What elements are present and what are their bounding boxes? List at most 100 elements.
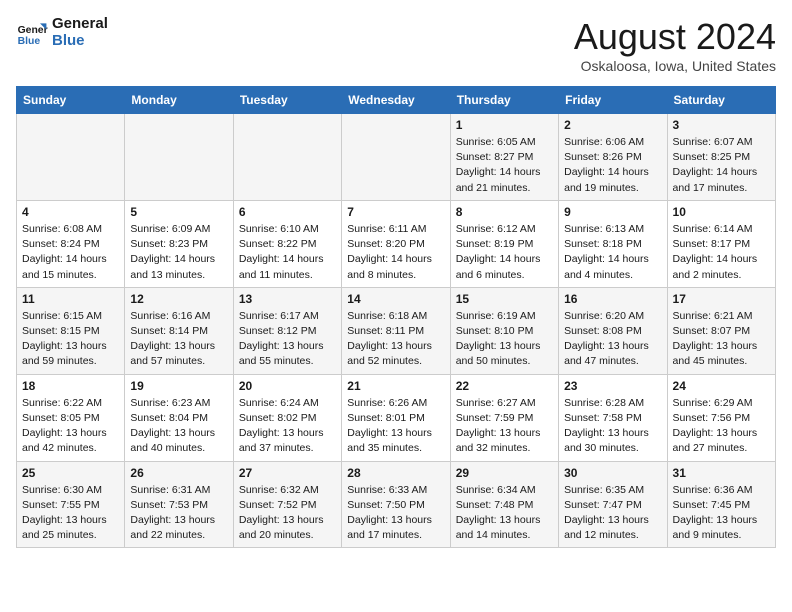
day-info: Sunrise: 6:08 AMSunset: 8:24 PMDaylight:… — [22, 222, 119, 283]
day-info: Sunrise: 6:26 AMSunset: 8:01 PMDaylight:… — [347, 396, 444, 457]
day-info: Sunrise: 6:34 AMSunset: 7:48 PMDaylight:… — [456, 483, 553, 544]
day-info: Sunrise: 6:12 AMSunset: 8:19 PMDaylight:… — [456, 222, 553, 283]
day-info: Sunrise: 6:27 AMSunset: 7:59 PMDaylight:… — [456, 396, 553, 457]
day-number: 13 — [239, 292, 336, 306]
day-info: Sunrise: 6:05 AMSunset: 8:27 PMDaylight:… — [456, 135, 553, 196]
day-info: Sunrise: 6:06 AMSunset: 8:26 PMDaylight:… — [564, 135, 661, 196]
calendar-cell: 26 Sunrise: 6:31 AMSunset: 7:53 PMDayligh… — [125, 461, 233, 548]
day-number: 2 — [564, 118, 661, 132]
day-number: 9 — [564, 205, 661, 219]
day-info: Sunrise: 6:10 AMSunset: 8:22 PMDaylight:… — [239, 222, 336, 283]
day-of-week-saturday: Saturday — [667, 87, 775, 114]
calendar-cell: 2 Sunrise: 6:06 AMSunset: 8:26 PMDaylight… — [559, 114, 667, 201]
calendar-cell: 9 Sunrise: 6:13 AMSunset: 8:18 PMDaylight… — [559, 200, 667, 287]
logo-icon: General Blue — [16, 17, 48, 49]
calendar-cell: 15Sunrise: 6:19 AMSunset: 8:10 PMDayligh… — [450, 287, 558, 374]
calendar-cell: 23 Sunrise: 6:28 AMSunset: 7:58 PMDayligh… — [559, 374, 667, 461]
day-info: Sunrise: 6:28 AMSunset: 7:58 PMDaylight:… — [564, 396, 661, 457]
day-info: Sunrise: 6:31 AMSunset: 7:53 PMDaylight:… — [130, 483, 227, 544]
day-number: 6 — [239, 205, 336, 219]
day-number: 29 — [456, 466, 553, 480]
day-number: 25 — [22, 466, 119, 480]
calendar-cell: 24 Sunrise: 6:29 AMSunset: 7:56 PMDayligh… — [667, 374, 775, 461]
calendar-cell: 5 Sunrise: 6:09 AMSunset: 8:23 PMDaylight… — [125, 200, 233, 287]
calendar-cell — [125, 114, 233, 201]
day-number: 26 — [130, 466, 227, 480]
day-number: 8 — [456, 205, 553, 219]
location-text: Oskaloosa, Iowa, United States — [574, 58, 776, 74]
day-info: Sunrise: 6:23 AMSunset: 8:04 PMDaylight:… — [130, 396, 227, 457]
calendar-cell — [342, 114, 450, 201]
svg-text:Blue: Blue — [18, 36, 41, 47]
day-info: Sunrise: 6:14 AMSunset: 8:17 PMDaylight:… — [673, 222, 770, 283]
month-title: August 2024 — [574, 16, 776, 58]
calendar-cell: 29 Sunrise: 6:34 AMSunset: 7:48 PMDayligh… — [450, 461, 558, 548]
day-number: 19 — [130, 379, 227, 393]
calendar-cell: 1Sunrise: 6:05 AMSunset: 8:27 PMDaylight… — [450, 114, 558, 201]
title-block: August 2024 Oskaloosa, Iowa, United Stat… — [574, 16, 776, 74]
calendar-cell: 11Sunrise: 6:15 AMSunset: 8:15 PMDayligh… — [17, 287, 125, 374]
day-info: Sunrise: 6:21 AMSunset: 8:07 PMDaylight:… — [673, 309, 770, 370]
calendar-cell: 21Sunrise: 6:26 AMSunset: 8:01 PMDayligh… — [342, 374, 450, 461]
calendar-cell: 14Sunrise: 6:18 AMSunset: 8:11 PMDayligh… — [342, 287, 450, 374]
day-number: 15 — [456, 292, 553, 306]
calendar-cell: 16Sunrise: 6:20 AMSunset: 8:08 PMDayligh… — [559, 287, 667, 374]
day-number: 27 — [239, 466, 336, 480]
day-number: 18 — [22, 379, 119, 393]
day-info: Sunrise: 6:07 AMSunset: 8:25 PMDaylight:… — [673, 135, 770, 196]
page-header: General Blue General Blue August 2024 Os… — [16, 16, 776, 74]
day-number: 16 — [564, 292, 661, 306]
day-number: 7 — [347, 205, 444, 219]
day-number: 4 — [22, 205, 119, 219]
day-info: Sunrise: 6:24 AMSunset: 8:02 PMDaylight:… — [239, 396, 336, 457]
calendar-cell: 6 Sunrise: 6:10 AMSunset: 8:22 PMDaylight… — [233, 200, 341, 287]
calendar-cell: 10 Sunrise: 6:14 AMSunset: 8:17 PMDayligh… — [667, 200, 775, 287]
day-of-week-wednesday: Wednesday — [342, 87, 450, 114]
day-of-week-thursday: Thursday — [450, 87, 558, 114]
day-of-week-monday: Monday — [125, 87, 233, 114]
calendar-table: SundayMondayTuesdayWednesdayThursdayFrid… — [16, 86, 776, 548]
logo-text-general: General — [52, 16, 108, 33]
day-info: Sunrise: 6:16 AMSunset: 8:14 PMDaylight:… — [130, 309, 227, 370]
calendar-cell: 28 Sunrise: 6:33 AMSunset: 7:50 PMDayligh… — [342, 461, 450, 548]
day-number: 28 — [347, 466, 444, 480]
day-of-week-friday: Friday — [559, 87, 667, 114]
calendar-cell: 30 Sunrise: 6:35 AMSunset: 7:47 PMDayligh… — [559, 461, 667, 548]
day-info: Sunrise: 6:18 AMSunset: 8:11 PMDaylight:… — [347, 309, 444, 370]
day-info: Sunrise: 6:33 AMSunset: 7:50 PMDaylight:… — [347, 483, 444, 544]
day-of-week-sunday: Sunday — [17, 87, 125, 114]
day-info: Sunrise: 6:32 AMSunset: 7:52 PMDaylight:… — [239, 483, 336, 544]
calendar-cell: 25 Sunrise: 6:30 AMSunset: 7:55 PMDayligh… — [17, 461, 125, 548]
day-info: Sunrise: 6:11 AMSunset: 8:20 PMDaylight:… — [347, 222, 444, 283]
day-number: 31 — [673, 466, 770, 480]
day-number: 22 — [456, 379, 553, 393]
calendar-cell: 31Sunrise: 6:36 AMSunset: 7:45 PMDayligh… — [667, 461, 775, 548]
day-info: Sunrise: 6:17 AMSunset: 8:12 PMDaylight:… — [239, 309, 336, 370]
day-number: 3 — [673, 118, 770, 132]
day-number: 23 — [564, 379, 661, 393]
day-number: 30 — [564, 466, 661, 480]
day-number: 5 — [130, 205, 227, 219]
day-number: 24 — [673, 379, 770, 393]
calendar-cell: 3 Sunrise: 6:07 AMSunset: 8:25 PMDaylight… — [667, 114, 775, 201]
day-info: Sunrise: 6:35 AMSunset: 7:47 PMDaylight:… — [564, 483, 661, 544]
day-number: 12 — [130, 292, 227, 306]
logo-text-blue: Blue — [52, 33, 108, 50]
calendar-cell: 22 Sunrise: 6:27 AMSunset: 7:59 PMDayligh… — [450, 374, 558, 461]
day-info: Sunrise: 6:22 AMSunset: 8:05 PMDaylight:… — [22, 396, 119, 457]
calendar-cell: 20Sunrise: 6:24 AMSunset: 8:02 PMDayligh… — [233, 374, 341, 461]
day-of-week-tuesday: Tuesday — [233, 87, 341, 114]
calendar-cell — [233, 114, 341, 201]
calendar-cell: 19 Sunrise: 6:23 AMSunset: 8:04 PMDayligh… — [125, 374, 233, 461]
day-number: 10 — [673, 205, 770, 219]
day-info: Sunrise: 6:09 AMSunset: 8:23 PMDaylight:… — [130, 222, 227, 283]
calendar-cell — [17, 114, 125, 201]
calendar-cell: 27 Sunrise: 6:32 AMSunset: 7:52 PMDayligh… — [233, 461, 341, 548]
calendar-cell: 17Sunrise: 6:21 AMSunset: 8:07 PMDayligh… — [667, 287, 775, 374]
calendar-cell: 12 Sunrise: 6:16 AMSunset: 8:14 PMDayligh… — [125, 287, 233, 374]
day-info: Sunrise: 6:29 AMSunset: 7:56 PMDaylight:… — [673, 396, 770, 457]
calendar-cell: 13 Sunrise: 6:17 AMSunset: 8:12 PMDayligh… — [233, 287, 341, 374]
day-info: Sunrise: 6:15 AMSunset: 8:15 PMDaylight:… — [22, 309, 119, 370]
day-info: Sunrise: 6:30 AMSunset: 7:55 PMDaylight:… — [22, 483, 119, 544]
day-info: Sunrise: 6:13 AMSunset: 8:18 PMDaylight:… — [564, 222, 661, 283]
